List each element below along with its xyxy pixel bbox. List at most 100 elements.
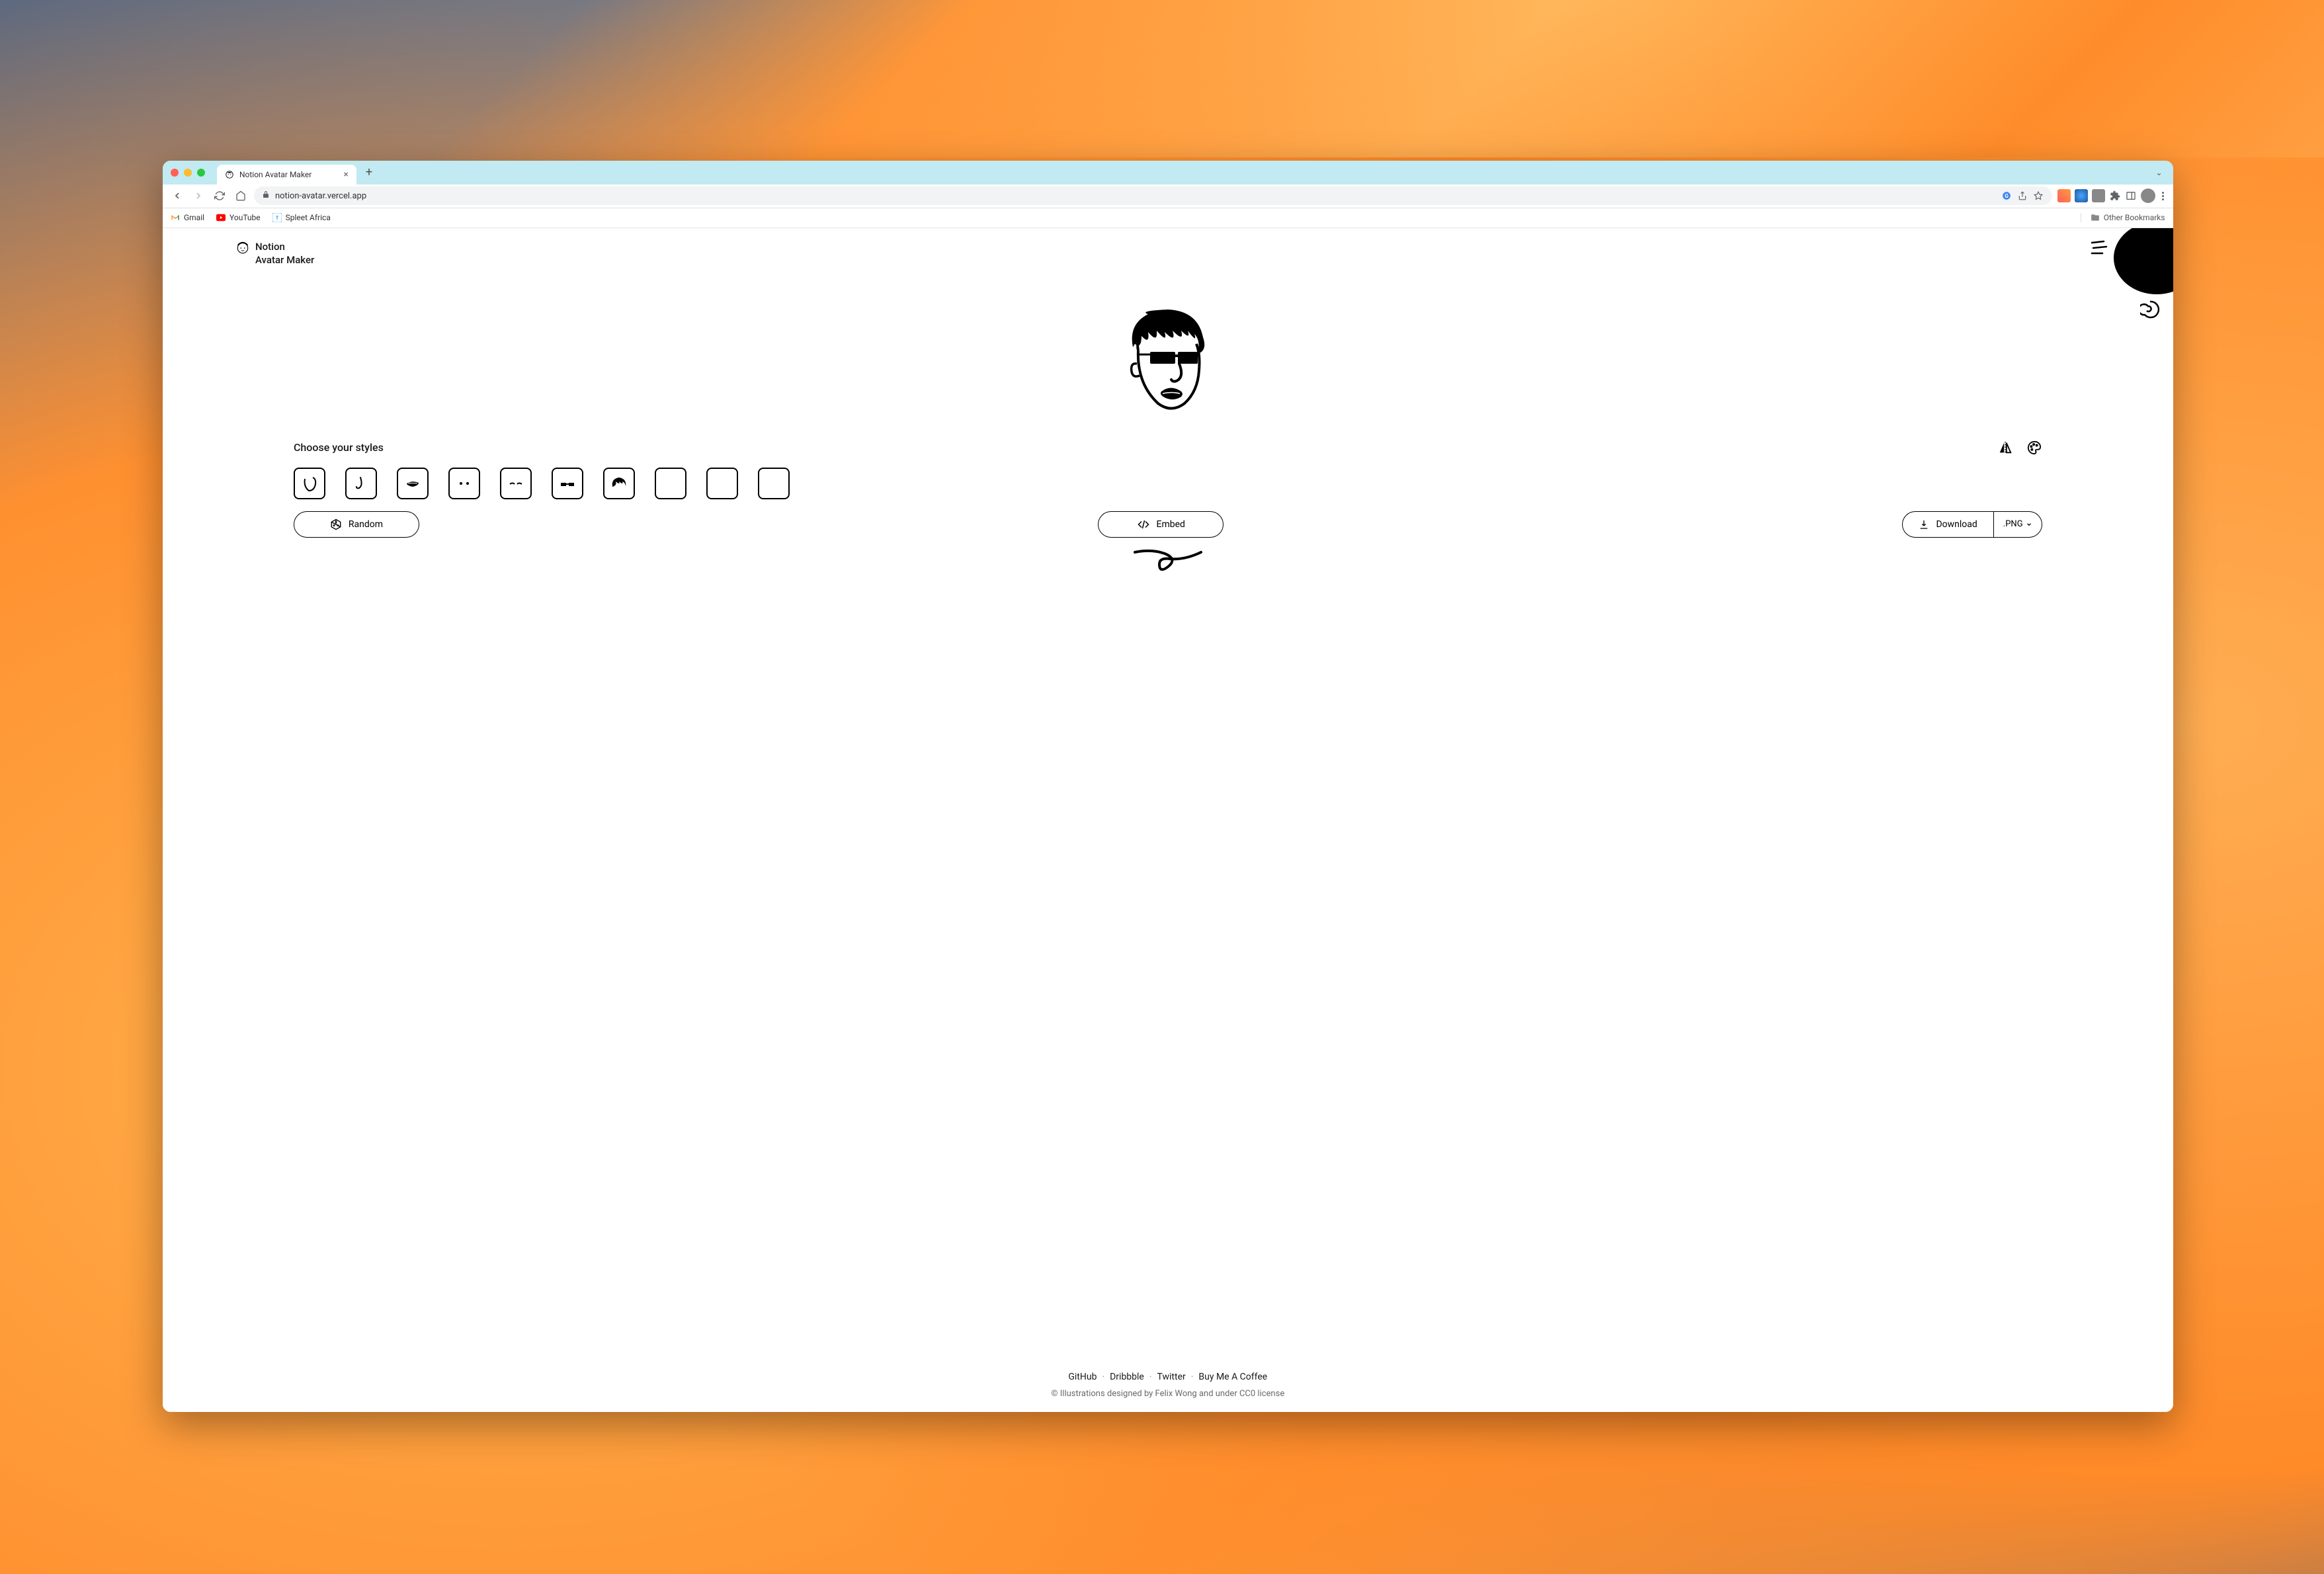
new-tab-button[interactable]: + bbox=[362, 165, 376, 179]
nose-icon bbox=[351, 474, 371, 493]
tab-bar: Notion Avatar Maker × + ⌄ bbox=[163, 161, 2173, 185]
footer-link-dribbble[interactable]: Dribbble bbox=[1110, 1372, 1144, 1382]
mouth-icon bbox=[403, 474, 423, 493]
tile-background[interactable] bbox=[758, 468, 790, 499]
tile-accessory[interactable] bbox=[655, 468, 686, 499]
download-button-group: Download .PNG bbox=[1902, 511, 2042, 538]
youtube-icon bbox=[216, 213, 226, 222]
flip-button[interactable] bbox=[1997, 440, 2013, 456]
tile-nose[interactable] bbox=[345, 468, 377, 499]
tile-glasses[interactable] bbox=[552, 468, 583, 499]
chevron-down-icon bbox=[2026, 521, 2032, 528]
bookmark-label: Gmail bbox=[184, 213, 204, 222]
footer-link-twitter[interactable]: Twitter bbox=[1157, 1372, 1186, 1382]
home-button[interactable] bbox=[233, 188, 249, 204]
favicon-icon bbox=[225, 170, 234, 179]
gmail-icon bbox=[171, 213, 180, 222]
embed-button[interactable]: Embed bbox=[1098, 511, 1224, 538]
page-footer: GitHub · Dribbble · Twitter · Buy Me A C… bbox=[163, 1372, 2173, 1399]
tile-eyebrows[interactable] bbox=[500, 468, 532, 499]
avatar-preview bbox=[1118, 304, 1218, 426]
styles-section: Choose your styles bbox=[294, 440, 2042, 499]
embed-label: Embed bbox=[1157, 519, 1185, 530]
footer-link-coffee[interactable]: Buy Me A Coffee bbox=[1198, 1372, 1267, 1382]
tile-facial-hair[interactable] bbox=[706, 468, 738, 499]
tile-mouth[interactable] bbox=[397, 468, 429, 499]
eyes-icon bbox=[454, 474, 474, 493]
dice-icon bbox=[330, 518, 342, 530]
browser-window: Notion Avatar Maker × + ⌄ notion-avatar.… bbox=[163, 161, 2173, 1412]
reload-button[interactable] bbox=[212, 188, 228, 204]
eyebrows-icon bbox=[506, 474, 526, 493]
code-icon bbox=[1137, 518, 1150, 530]
tile-face[interactable] bbox=[294, 468, 325, 499]
footer-links: GitHub · Dribbble · Twitter · Buy Me A C… bbox=[163, 1372, 2173, 1382]
hair-icon bbox=[609, 474, 629, 493]
other-bookmarks-button[interactable]: Other Bookmarks bbox=[2081, 213, 2165, 222]
extensions-puzzle-icon[interactable] bbox=[2109, 190, 2121, 202]
format-dropdown[interactable]: .PNG bbox=[1993, 512, 2042, 537]
download-button[interactable]: Download bbox=[1903, 512, 1993, 537]
side-panel-icon[interactable] bbox=[2125, 190, 2137, 202]
speed-lines-icon bbox=[2091, 240, 2110, 256]
share-icon[interactable] bbox=[2016, 190, 2028, 202]
palette-icon bbox=[2027, 440, 2042, 455]
brand-line2: Avatar Maker bbox=[255, 253, 314, 267]
window-controls bbox=[171, 169, 205, 177]
random-label: Random bbox=[349, 519, 383, 530]
glasses-icon bbox=[558, 474, 577, 493]
palette-button[interactable] bbox=[2026, 440, 2042, 456]
tab-title: Notion Avatar Maker bbox=[239, 170, 311, 179]
squiggle-decoration bbox=[1132, 546, 1204, 579]
decorative-blob bbox=[2114, 228, 2173, 294]
svg-text:T: T bbox=[275, 216, 278, 221]
tile-hair[interactable] bbox=[603, 468, 635, 499]
logo-icon bbox=[235, 240, 250, 255]
address-bar[interactable]: notion-avatar.vercel.app G bbox=[254, 186, 2052, 205]
browser-toolbar: notion-avatar.vercel.app G bbox=[163, 185, 2173, 208]
flip-icon bbox=[1998, 440, 2013, 455]
action-row: Random Embed Download .PNG bbox=[294, 511, 2042, 538]
spiral-icon bbox=[2140, 300, 2160, 319]
extension-icon[interactable] bbox=[2092, 189, 2105, 202]
tabs-dropdown-button[interactable]: ⌄ bbox=[2153, 165, 2165, 180]
styles-title: Choose your styles bbox=[294, 441, 384, 454]
maximize-window-button[interactable] bbox=[197, 169, 205, 177]
tile-eyes[interactable] bbox=[448, 468, 480, 499]
extension-icon[interactable] bbox=[2057, 189, 2071, 202]
bookmark-label: Spleet Africa bbox=[286, 213, 331, 222]
download-label: Download bbox=[1936, 519, 1977, 530]
footer-link-github[interactable]: GitHub bbox=[1068, 1372, 1097, 1382]
bookmark-label: YouTube bbox=[229, 213, 261, 222]
bookmark-spleet[interactable]: T Spleet Africa bbox=[272, 213, 331, 222]
star-icon[interactable] bbox=[2032, 190, 2044, 202]
brand-name: Notion Avatar Maker bbox=[255, 240, 314, 267]
download-icon bbox=[1919, 519, 1929, 530]
face-icon bbox=[300, 474, 319, 493]
page-header: Notion Avatar Maker bbox=[235, 240, 314, 267]
google-icon[interactable]: G bbox=[2001, 190, 2013, 202]
extension-icons bbox=[2057, 188, 2167, 203]
back-button[interactable] bbox=[169, 188, 185, 204]
browser-tab[interactable]: Notion Avatar Maker × bbox=[217, 165, 356, 185]
random-button[interactable]: Random bbox=[294, 511, 419, 538]
bookmark-youtube[interactable]: YouTube bbox=[216, 213, 261, 222]
format-label: .PNG bbox=[2003, 519, 2023, 529]
minimize-window-button[interactable] bbox=[184, 169, 192, 177]
style-tiles bbox=[294, 468, 2042, 499]
spleet-icon: T bbox=[272, 213, 282, 222]
lock-icon bbox=[262, 190, 270, 201]
extension-icon[interactable] bbox=[2075, 189, 2088, 202]
other-bookmarks-label: Other Bookmarks bbox=[2104, 213, 2165, 222]
url-text: notion-avatar.vercel.app bbox=[275, 191, 366, 201]
svg-text:G: G bbox=[2005, 192, 2009, 199]
folder-icon bbox=[2091, 213, 2100, 222]
copyright-text: © Illustrations designed by Felix Wong a… bbox=[163, 1389, 2173, 1399]
browser-menu-button[interactable] bbox=[2159, 189, 2167, 203]
bookmark-gmail[interactable]: Gmail bbox=[171, 213, 204, 222]
forward-button[interactable] bbox=[190, 188, 206, 204]
page-content: Notion Avatar Maker bbox=[163, 228, 2173, 1412]
close-tab-button[interactable]: × bbox=[343, 169, 348, 180]
profile-avatar[interactable] bbox=[2141, 188, 2155, 203]
close-window-button[interactable] bbox=[171, 169, 179, 177]
